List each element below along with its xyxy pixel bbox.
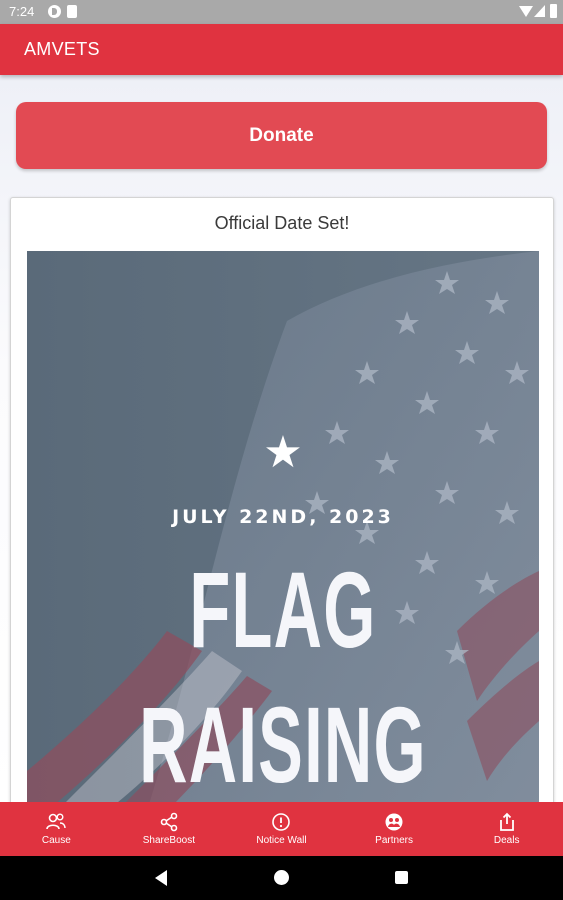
poster-headline-line1: FLAG [189,549,377,670]
people-icon [46,813,66,830]
app-title: AMVETS [24,39,100,59]
bottom-navigation: Cause ShareBoost Notice Wall Partners De… [0,802,563,856]
share-icon [160,812,178,832]
recents-icon[interactable] [395,871,408,884]
nav-item-shareboost[interactable]: ShareBoost [113,802,226,856]
wifi-icon [519,6,533,17]
signal-icon [534,5,545,17]
nav-item-partners[interactable]: Partners [338,802,451,856]
home-icon[interactable] [274,870,289,885]
notification-p-icon [48,5,61,18]
star-icon: ★ [263,427,303,478]
nav-item-cause[interactable]: Cause [0,802,113,856]
nav-item-notice-wall[interactable]: Notice Wall [225,802,338,856]
nav-label-notice-wall: Notice Wall [256,835,307,846]
status-time: 7:24 [9,4,35,19]
main-content[interactable]: Donate Official Date Set! ★ JULY 22ND, 2… [0,75,563,802]
sim-card-icon [67,5,77,18]
upload-box-icon [499,812,514,831]
status-bar: 7:24 [0,0,563,24]
poster-date: JULY 22ND, 2023 [172,506,394,528]
post-card[interactable]: Official Date Set! ★ JULY 22ND, 2023 FLA… [10,197,554,802]
nav-label-deals: Deals [493,835,520,846]
nav-label-shareboost: ShareBoost [142,835,196,846]
battery-icon [550,4,557,18]
back-icon[interactable] [155,870,167,886]
nav-label-partners: Partners [375,835,413,846]
app-bar: AMVETS [0,24,563,75]
post-image[interactable]: ★ JULY 22ND, 2023 FLAG RAISING [27,251,539,802]
poster-headline-line2: RAISING [139,684,427,802]
system-navigation-bar [0,856,563,900]
partners-icon [385,813,403,831]
nav-label-cause: Cause [41,835,71,846]
post-title: Official Date Set! [214,213,350,233]
nav-item-deals[interactable]: Deals [450,802,563,856]
alert-circle-icon [272,813,291,831]
donate-button[interactable]: Donate [16,102,547,169]
